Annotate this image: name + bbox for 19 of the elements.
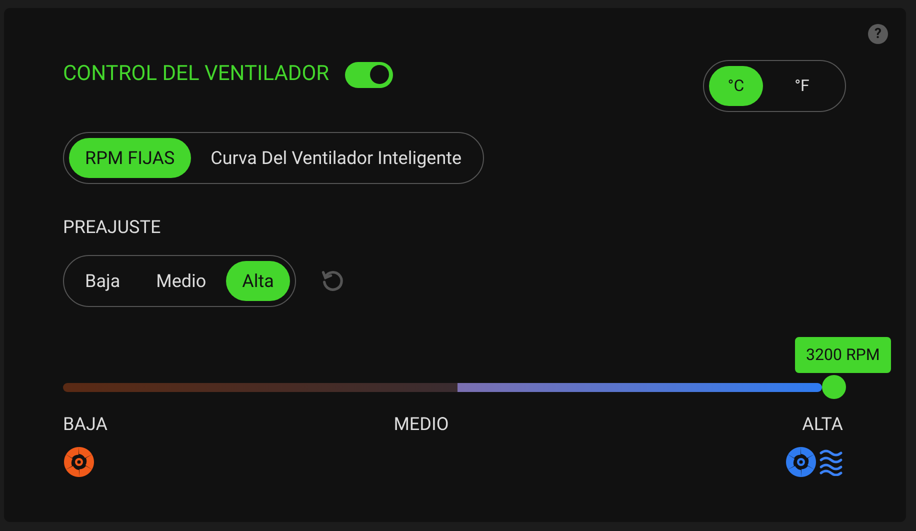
fan-icon bbox=[63, 446, 95, 478]
rpm-tooltip: 3200 RPM bbox=[795, 337, 891, 373]
reset-icon[interactable] bbox=[320, 268, 346, 294]
segment-option[interactable]: Baja bbox=[69, 261, 136, 301]
segment-option[interactable]: RPM FIJAS bbox=[69, 138, 191, 178]
segment-option[interactable]: Alta bbox=[226, 261, 290, 301]
unit-option[interactable]: °C bbox=[709, 66, 763, 106]
fan-icon bbox=[784, 446, 817, 478]
section-title: CONTROL DEL VENTILADOR bbox=[63, 61, 330, 88]
segment-option[interactable]: Curva Del Ventilador Inteligente bbox=[194, 138, 478, 178]
toggle-switch[interactable] bbox=[345, 62, 394, 88]
scale-label: MEDIO bbox=[394, 413, 449, 437]
scale-label: ALTA bbox=[802, 413, 843, 437]
preset-label: PREAJUSTE bbox=[63, 216, 161, 240]
slider-thumb[interactable] bbox=[822, 375, 846, 399]
segment-option[interactable]: Medio bbox=[140, 261, 222, 301]
waves-icon bbox=[818, 448, 843, 476]
scale-label: BAJA bbox=[63, 413, 108, 437]
unit-option[interactable]: °F bbox=[775, 66, 829, 106]
